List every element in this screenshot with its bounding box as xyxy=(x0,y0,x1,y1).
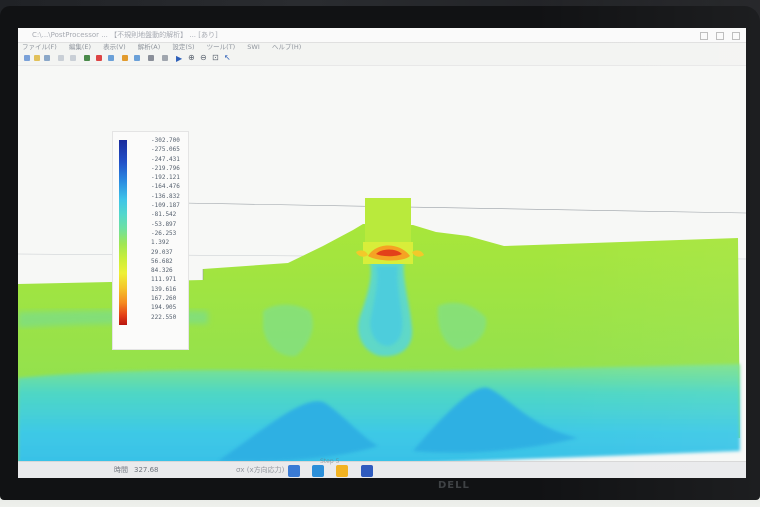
menu-swi[interactable]: SWI xyxy=(247,43,259,51)
open-icon[interactable] xyxy=(34,55,40,61)
structure-block xyxy=(365,198,411,248)
color-icon[interactable] xyxy=(122,55,128,61)
close-button[interactable] xyxy=(732,32,740,40)
legend-value: -275.065 xyxy=(151,146,180,154)
save-icon[interactable] xyxy=(44,55,50,61)
legend-values: -302.700 -275.065 -247.431 -219.796 -192… xyxy=(151,136,187,322)
legend-value: -302.700 xyxy=(151,137,180,144)
legend-value: -136.832 xyxy=(151,192,180,200)
copy-icon[interactable] xyxy=(58,55,64,61)
stress-component-label: σx (x方向応力) xyxy=(236,466,285,474)
refresh-icon[interactable] xyxy=(148,55,154,61)
legend-value: -53.897 xyxy=(151,220,177,228)
window-title: C:\...\PostProcessor ... 【不規則地盤動的解析】 ...… xyxy=(32,31,218,39)
legend-value: 56.682 xyxy=(151,257,173,265)
folder-icon[interactable] xyxy=(336,465,349,477)
title-bar: C:\...\PostProcessor ... 【不規則地盤動的解析】 ...… xyxy=(18,28,746,43)
file-explorer-icon[interactable] xyxy=(288,465,300,477)
settings-icon[interactable] xyxy=(162,55,168,61)
menu-view[interactable]: 表示(V) xyxy=(103,43,126,51)
minimize-button[interactable] xyxy=(699,32,708,40)
status-bar: Step 5 時間 327.68 σx (x方向応力) xyxy=(18,458,746,478)
legend-value: -81.542 xyxy=(151,211,177,219)
menu-edit[interactable]: 編集(E) xyxy=(69,43,91,51)
legend-value: 167.260 xyxy=(151,295,177,303)
menu-file[interactable]: ファイル(F) xyxy=(22,43,57,51)
app-icon[interactable] xyxy=(360,465,373,477)
maximize-button[interactable] xyxy=(715,32,724,40)
legend-value: 194.905 xyxy=(151,304,177,312)
color-legend: -302.700 -275.065 -247.431 -219.796 -192… xyxy=(112,131,189,350)
grid-icon[interactable] xyxy=(84,55,90,61)
legend-color-bar xyxy=(119,140,127,325)
legend-value: 29.037 xyxy=(151,248,173,256)
menu-tools[interactable]: ツール(T) xyxy=(207,43,236,51)
chart-icon[interactable] xyxy=(108,55,114,61)
edge-browser-icon[interactable] xyxy=(312,465,325,477)
legend-value: 139.616 xyxy=(151,285,177,293)
legend-value: -109.187 xyxy=(151,202,180,210)
monitor-brand-logo: DELL xyxy=(438,480,470,491)
legend-value: 111.971 xyxy=(151,276,177,284)
taskbar xyxy=(288,463,383,478)
legend-value: -247.431 xyxy=(151,155,180,163)
paste-icon[interactable] xyxy=(70,55,76,61)
screen: C:\...\PostProcessor ... 【不規則地盤動的解析】 ...… xyxy=(18,28,746,478)
legend-value: 222.550 xyxy=(151,313,177,321)
zoom-out-icon[interactable]: ⊖ xyxy=(200,53,207,62)
new-icon[interactable] xyxy=(24,55,30,61)
time-value: 327.68 xyxy=(134,466,159,474)
toolbar: ▶ ⊕ ⊖ ⊡ ↖ xyxy=(18,53,746,66)
legend-value: -26.253 xyxy=(151,229,177,237)
stop-icon[interactable] xyxy=(96,55,102,61)
legend-value: -164.476 xyxy=(151,183,180,191)
pointer-icon[interactable]: ↖ xyxy=(224,53,231,62)
legend-value: -219.796 xyxy=(151,164,180,172)
menu-analysis[interactable]: 解析(A) xyxy=(138,43,161,51)
layer-icon[interactable] xyxy=(134,55,140,61)
menu-help[interactable]: ヘルプ(H) xyxy=(272,43,301,51)
legend-value: -192.121 xyxy=(151,174,180,182)
legend-value: 84.326 xyxy=(151,267,173,275)
zoom-in-icon[interactable]: ⊕ xyxy=(188,53,195,62)
fit-icon[interactable]: ⊡ xyxy=(212,53,219,62)
menu-bar: ファイル(F) 編集(E) 表示(V) 解析(A) 設定(S) ツール(T) S… xyxy=(18,42,746,53)
menu-settings[interactable]: 設定(S) xyxy=(172,43,194,51)
legend-value: 1.392 xyxy=(151,239,170,247)
play-icon[interactable]: ▶ xyxy=(176,54,182,63)
time-label: 時間 xyxy=(114,466,128,474)
